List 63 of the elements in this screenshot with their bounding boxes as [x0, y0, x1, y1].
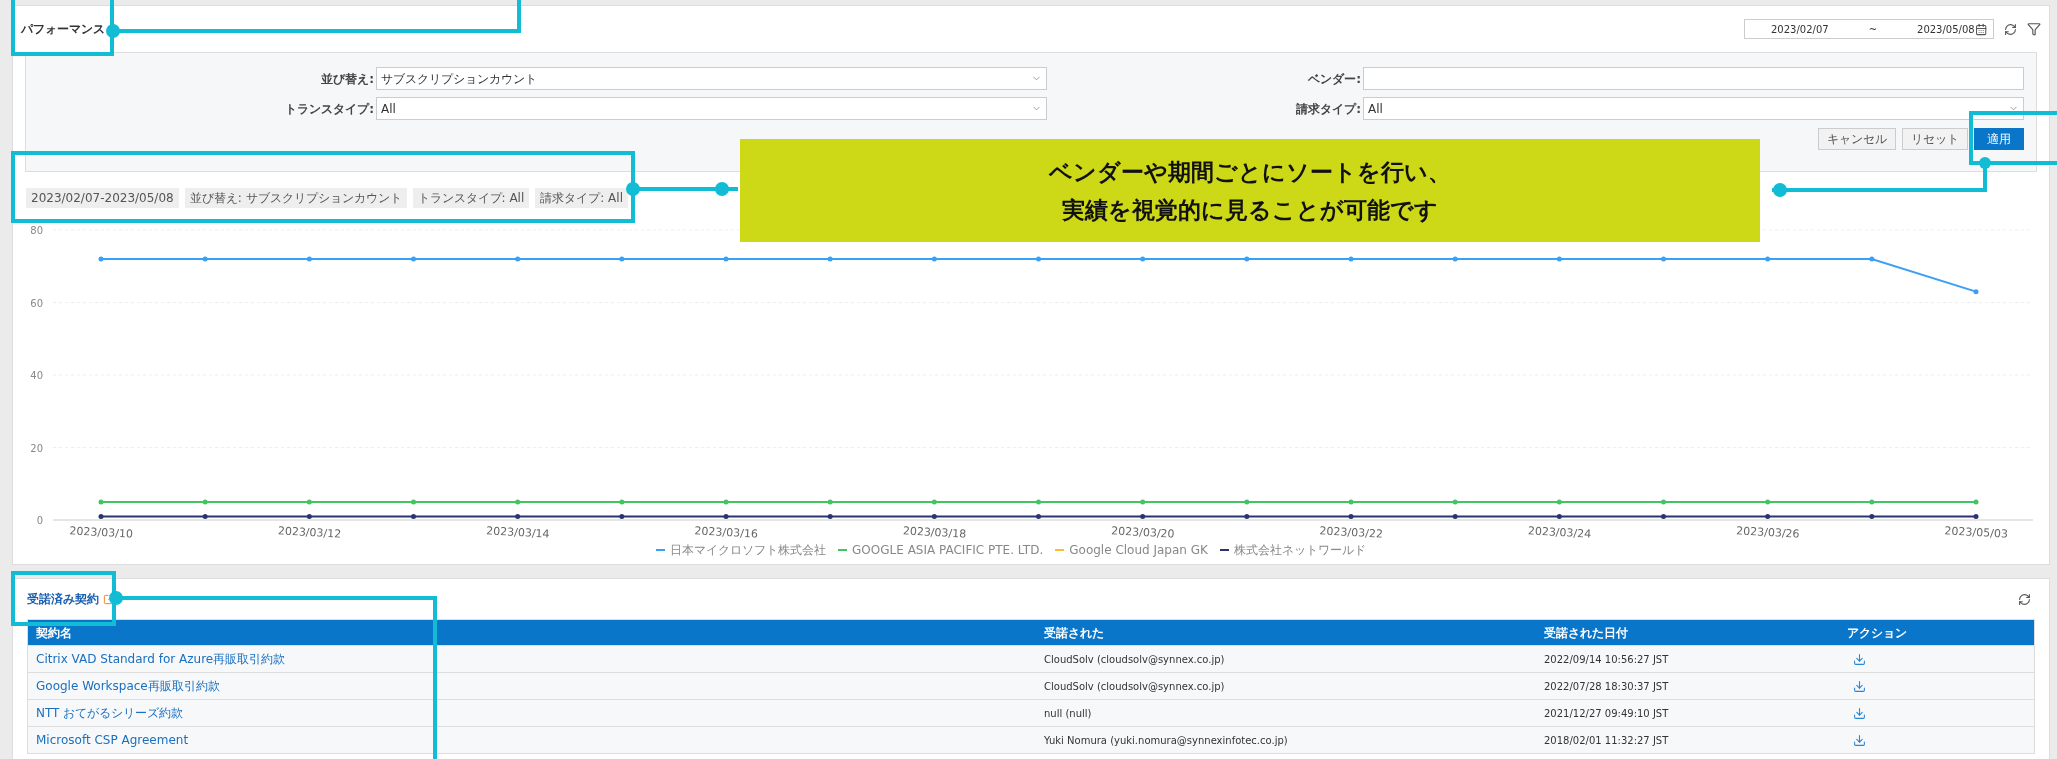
- filter-label: 並び替え:: [320, 70, 375, 88]
- column-header: 受諾された日付: [1536, 620, 1839, 645]
- filter-label: 請求タイプ:: [1295, 100, 1362, 118]
- y-axis-label: 60: [30, 297, 43, 309]
- table-cell: CloudSolv (cloudsolv@synnex.co.jp): [1036, 672, 1536, 699]
- callout-text: ベンダーや期間ごとにソートを行い、: [1049, 157, 1451, 187]
- legend-label[interactable]: 株式会社ネットワールド: [1233, 541, 1366, 559]
- text-field[interactable]: [1363, 67, 2024, 90]
- filter-label: トランスタイプ:: [284, 100, 375, 118]
- contract-link[interactable]: NTT おてがるシリーズ約款: [36, 704, 184, 722]
- panel-title: パフォーマンス: [21, 21, 105, 38]
- x-axis-label: 2023/03/14: [485, 524, 550, 541]
- download-icon[interactable]: [1853, 706, 1866, 720]
- x-axis-label: 2023/03/26: [1735, 524, 1800, 541]
- x-axis-label: 2023/03/18: [902, 524, 967, 541]
- filter-icon[interactable]: [2027, 22, 2041, 36]
- table-cell: CloudSolv (cloudsolv@synnex.co.jp): [1036, 645, 1536, 672]
- panel-title: 受諾済み契約: [27, 591, 99, 608]
- filter-chip: 請求タイプ: All: [535, 188, 628, 208]
- column-header: 受諾された: [1036, 620, 1536, 645]
- table-cell: 2018/02/01 11:32:27 JST: [1536, 726, 1839, 753]
- x-axis-label: 2023/03/16: [694, 524, 759, 541]
- select-field[interactable]: All: [1363, 97, 2024, 120]
- x-axis-label: 2023/03/24: [1527, 524, 1592, 541]
- legend-label[interactable]: GOOGLE ASIA PACIFIC PTE. LTD.: [852, 541, 1044, 559]
- filter-chip: トランスタイプ: All: [412, 188, 530, 208]
- legend-label[interactable]: Google Cloud Japan GK: [1069, 541, 1208, 559]
- date-range-field[interactable]: 2023/02/07 ~ 2023/05/08: [1744, 19, 1994, 39]
- download-icon[interactable]: [1853, 679, 1866, 693]
- column-header: 契約名: [28, 620, 1036, 645]
- table-cell: null (null): [1036, 699, 1536, 726]
- x-axis-label: 2023/03/12: [277, 524, 342, 541]
- contract-link[interactable]: Citrix VAD Standard for Azure再販取引約款: [36, 650, 286, 668]
- table-cell: 2022/09/14 10:56:27 JST: [1536, 645, 1839, 672]
- calendar-icon[interactable]: [1974, 22, 1987, 36]
- legend-label[interactable]: 日本マイクロソフト株式会社: [670, 541, 827, 559]
- x-axis-label: 2023/03/10: [69, 524, 134, 541]
- select-field[interactable]: All: [376, 97, 1047, 120]
- column-header: アクション: [1839, 620, 2034, 645]
- x-axis-label: 2023/03/22: [1319, 524, 1384, 541]
- panel-button[interactable]: 適用: [1974, 128, 2024, 150]
- download-icon[interactable]: [1853, 652, 1866, 666]
- y-axis-label: 80: [30, 225, 43, 236]
- y-axis-label: 0: [36, 515, 43, 526]
- contract-link[interactable]: Microsoft CSP Agreement: [36, 731, 189, 749]
- panel-button[interactable]: リセット: [1902, 128, 1968, 150]
- callout-text: 実績を視覚的に見ることが可能です: [1062, 195, 1438, 225]
- contract-link[interactable]: Google Workspace再販取引約款: [36, 677, 220, 695]
- filter-chip: 並び替え: サブスクリプションカウント: [184, 188, 407, 208]
- table-cell: 2021/12/27 09:49:10 JST: [1536, 699, 1839, 726]
- filter-label: ベンダー:: [1307, 70, 1362, 88]
- select-field[interactable]: サブスクリプションカウント: [376, 67, 1047, 90]
- y-axis-label: 20: [30, 442, 43, 454]
- x-axis-label: 2023/03/20: [1110, 524, 1175, 541]
- y-axis-label: 40: [30, 370, 43, 381]
- x-axis-label: 2023/05/03: [1944, 524, 2009, 541]
- panel-button[interactable]: キャンセル: [1818, 128, 1896, 150]
- refresh-icon[interactable]: [2018, 592, 2031, 606]
- table-cell: 2022/07/28 18:30:37 JST: [1536, 672, 1839, 699]
- download-icon[interactable]: [1853, 733, 1866, 747]
- refresh-icon[interactable]: [2004, 22, 2017, 36]
- filter-chip: 2023/02/07-2023/05/08: [26, 188, 179, 208]
- table-cell: Yuki Nomura (yuki.nomura@synnexinfotec.co.jp): [1036, 726, 1536, 753]
